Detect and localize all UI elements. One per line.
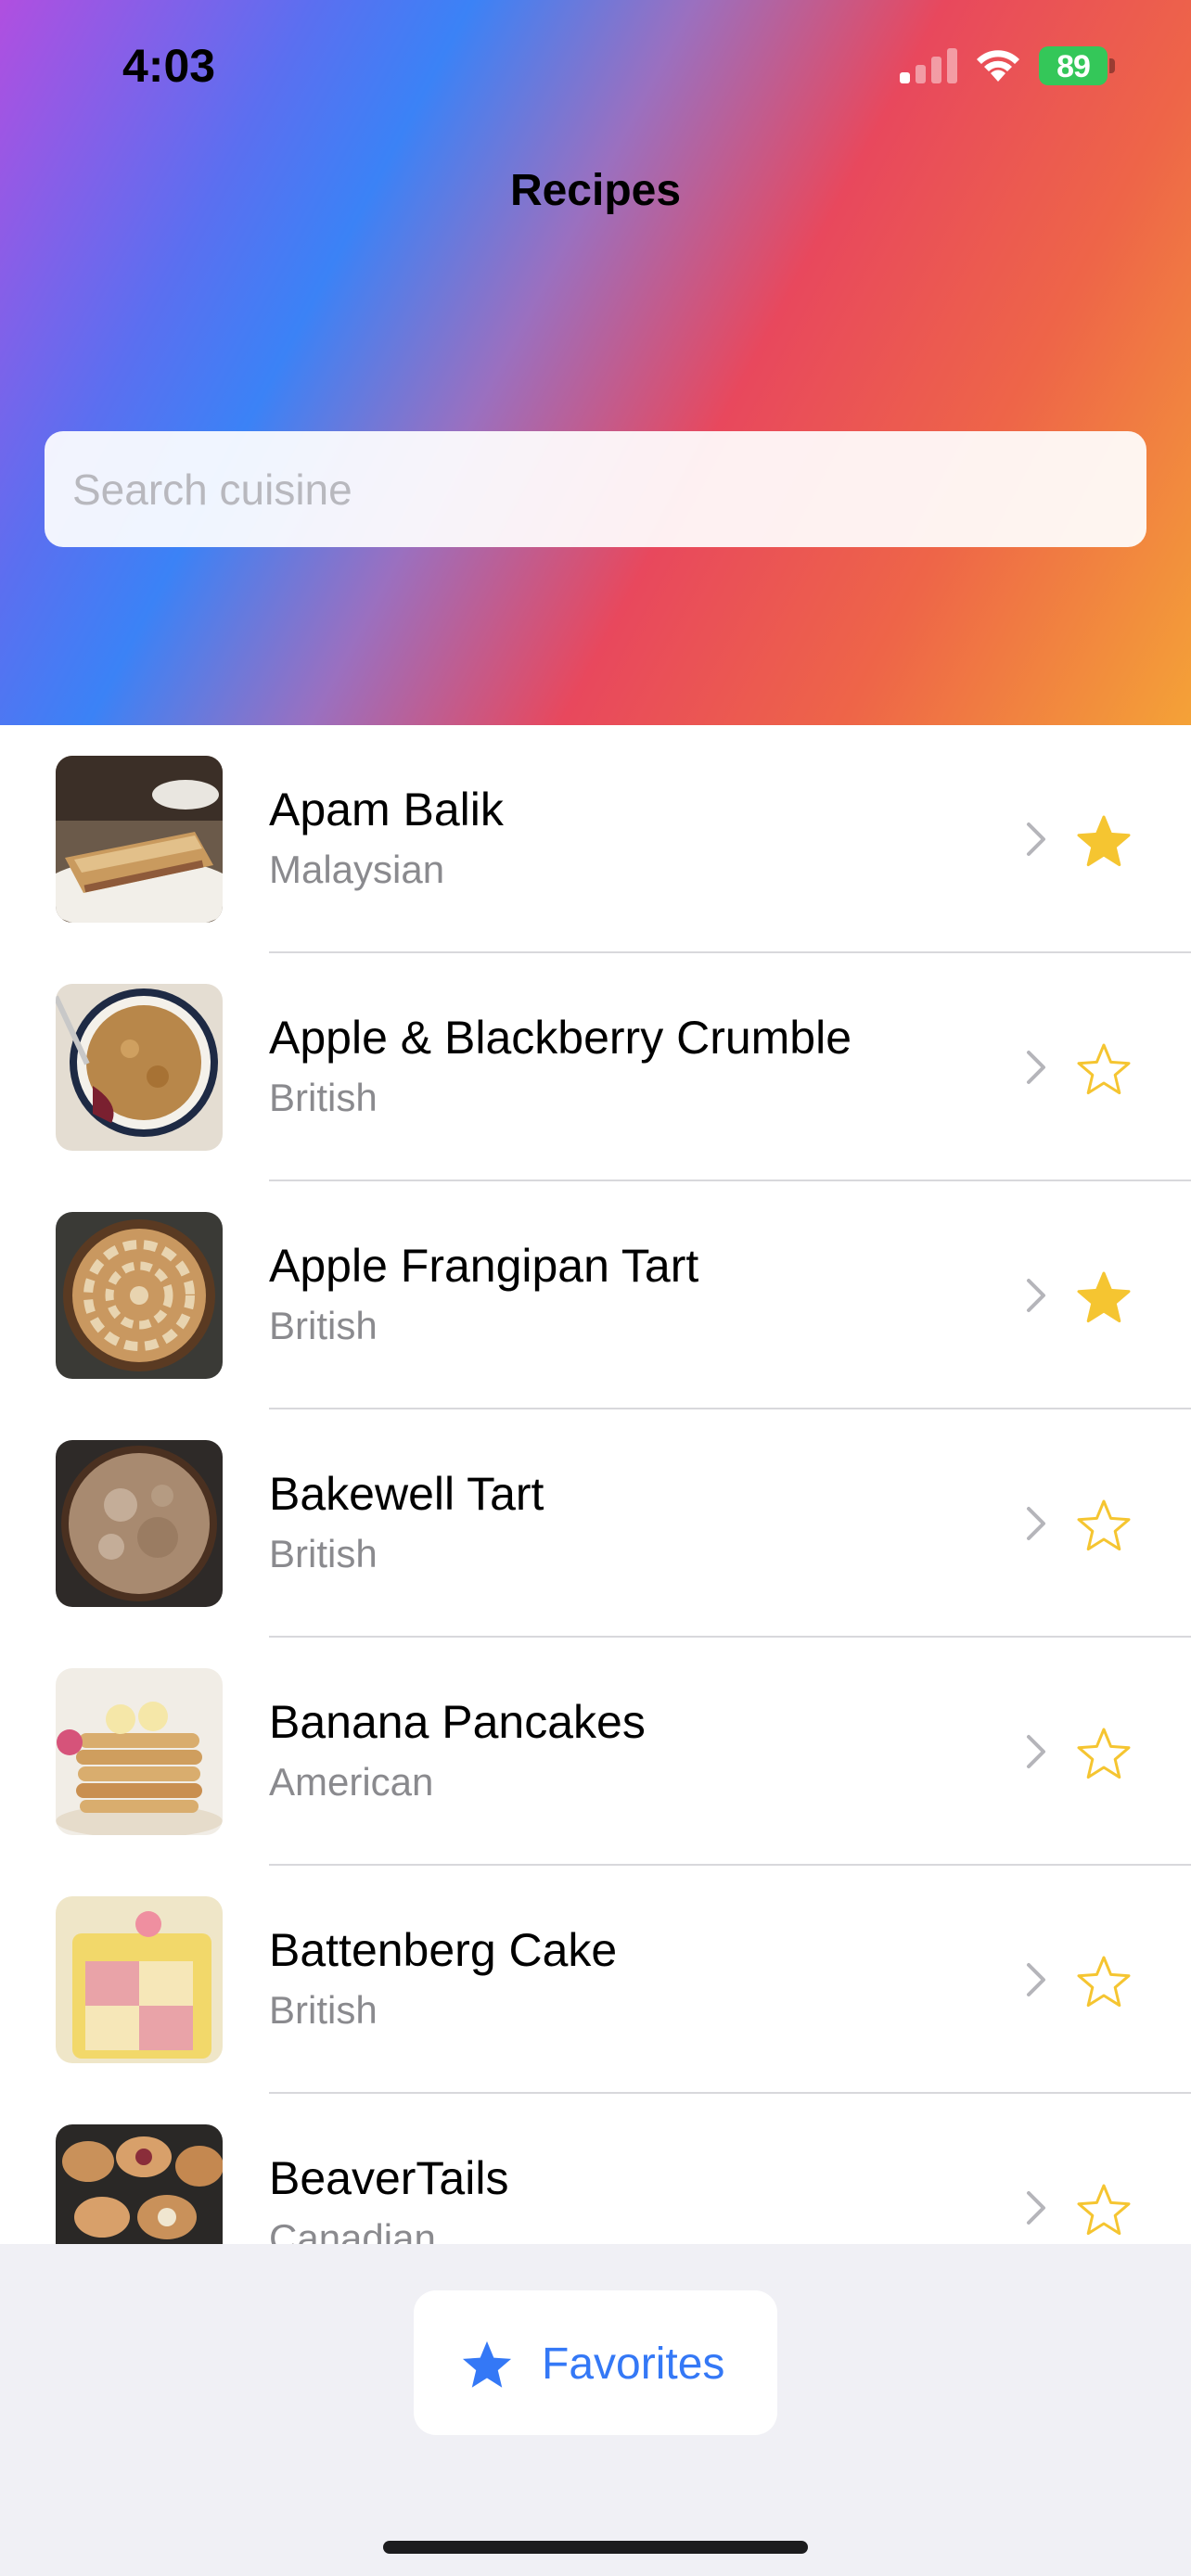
- star-filled-icon[interactable]: [1076, 1270, 1132, 1324]
- favorites-label: Favorites: [542, 2340, 725, 2389]
- recipe-title: Battenberg Cake: [269, 1924, 618, 1976]
- home-indicator[interactable]: [383, 2541, 808, 2554]
- recipe-thumbnail: [56, 756, 223, 923]
- search-field[interactable]: [45, 431, 1146, 547]
- recipe-thumbnail: [56, 1668, 223, 1835]
- chevron-right-icon: [1027, 2191, 1045, 2225]
- recipe-title: BeaverTails: [269, 2152, 509, 2204]
- star-outline-icon[interactable]: [1076, 1498, 1132, 1552]
- recipe-cuisine: American: [269, 1760, 434, 1804]
- wifi-icon: [977, 50, 1019, 82]
- star-fill-icon: [462, 2340, 512, 2388]
- recipe-cuisine: British: [269, 1304, 378, 1347]
- recipe-row[interactable]: Apam Balik Malaysian: [0, 725, 1191, 953]
- star-outline-icon[interactable]: [1076, 1042, 1132, 1096]
- favorites-button[interactable]: Favorites: [414, 2290, 777, 2435]
- battery-icon: 89: [1039, 46, 1115, 85]
- bottom-toolbar: Favorites: [0, 2244, 1191, 2576]
- recipe-cuisine: Malaysian: [269, 848, 445, 891]
- star-filled-icon[interactable]: [1076, 814, 1132, 868]
- chevron-right-icon: [1027, 1279, 1045, 1312]
- chevron-right-icon: [1027, 1051, 1045, 1084]
- recipe-title: Apam Balik: [269, 784, 504, 835]
- recipe-title: Apple Frangipan Tart: [269, 1240, 699, 1292]
- recipe-row[interactable]: Banana Pancakes American: [0, 1638, 1191, 1866]
- chevron-right-icon: [1027, 1507, 1045, 1540]
- search-input[interactable]: [72, 431, 1111, 547]
- header-gradient: 4:03 89 Recipes: [0, 0, 1191, 725]
- recipe-row[interactable]: Apple & Blackberry Crumble British: [0, 953, 1191, 1181]
- chevron-right-icon: [1027, 1735, 1045, 1768]
- recipe-thumbnail: [56, 1896, 223, 2063]
- recipe-thumbnail: [56, 984, 223, 1151]
- recipe-row[interactable]: Bakewell Tart British: [0, 1409, 1191, 1638]
- recipe-title: Apple & Blackberry Crumble: [269, 1012, 852, 1064]
- recipe-thumbnail: [56, 1212, 223, 1379]
- status-time: 4:03: [122, 40, 216, 92]
- chevron-right-icon: [1027, 1963, 1045, 1996]
- recipe-title: Bakewell Tart: [269, 1468, 544, 1520]
- star-outline-icon[interactable]: [1076, 2183, 1132, 2237]
- chevron-right-icon: [1027, 823, 1045, 856]
- recipe-row[interactable]: Apple Frangipan Tart British: [0, 1181, 1191, 1409]
- recipe-cuisine: British: [269, 1532, 378, 1575]
- recipe-title: Banana Pancakes: [269, 1696, 646, 1748]
- cellular-signal-icon: [900, 48, 957, 83]
- recipe-row[interactable]: Battenberg Cake British: [0, 1866, 1191, 2094]
- recipe-cuisine: British: [269, 1076, 378, 1119]
- recipe-cuisine: British: [269, 1988, 378, 2032]
- star-outline-icon[interactable]: [1076, 1955, 1132, 2009]
- battery-level: 89: [1057, 49, 1091, 84]
- star-outline-icon[interactable]: [1076, 1727, 1132, 1780]
- page-title: Recipes: [509, 166, 682, 215]
- recipe-thumbnail: [56, 1440, 223, 1607]
